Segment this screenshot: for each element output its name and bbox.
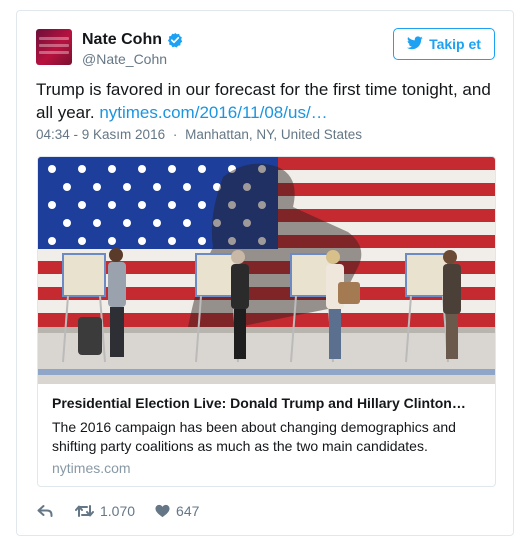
tweet-link[interactable]: nytimes.com/2016/11/08/us/… xyxy=(99,103,327,122)
like-count: 647 xyxy=(176,503,200,519)
tweet-text: Trump is favored in our forecast for the… xyxy=(36,78,498,124)
author-name-row: Nate Cohn xyxy=(82,31,183,49)
tweet-meta: 04:34 - 9 Kasım 2016 · Manhattan, NY, Un… xyxy=(36,127,362,142)
heart-icon xyxy=(155,504,170,518)
follow-label: Takip et xyxy=(429,36,481,52)
like-button[interactable]: 647 xyxy=(155,503,199,519)
link-preview-card[interactable]: Presidential Election Live: Donald Trump… xyxy=(37,156,496,487)
preview-description: The 2016 campaign has been about changin… xyxy=(52,419,456,454)
preview-domain: nytimes.com xyxy=(52,460,131,476)
avatar[interactable] xyxy=(36,29,72,65)
tweet-timestamp[interactable]: 04:34 - 9 Kasım 2016 xyxy=(36,127,165,142)
tweet-card: Nate Cohn @Nate_Cohn Takip et Trump is f… xyxy=(16,10,514,536)
reply-icon xyxy=(37,504,53,518)
reply-button[interactable] xyxy=(37,504,53,518)
preview-title[interactable]: Presidential Election Live: Donald Trump… xyxy=(52,395,484,411)
tweet-location[interactable]: Manhattan, NY, United States xyxy=(185,127,362,142)
verified-badge-icon xyxy=(167,32,183,48)
twitter-bird-icon xyxy=(407,35,423,53)
retweet-button[interactable]: 1.070 xyxy=(75,503,135,519)
author-handle[interactable]: @Nate_Cohn xyxy=(82,51,167,67)
preview-body: Presidential Election Live: Donald Trump… xyxy=(52,395,484,476)
tweet-actions: 1.070 647 xyxy=(37,503,199,519)
retweet-icon xyxy=(75,504,94,518)
author-name[interactable]: Nate Cohn xyxy=(82,31,162,49)
meta-separator: · xyxy=(172,127,178,142)
retweet-count: 1.070 xyxy=(100,503,136,519)
preview-image[interactable] xyxy=(38,157,495,384)
follow-button[interactable]: Takip et xyxy=(393,28,495,60)
